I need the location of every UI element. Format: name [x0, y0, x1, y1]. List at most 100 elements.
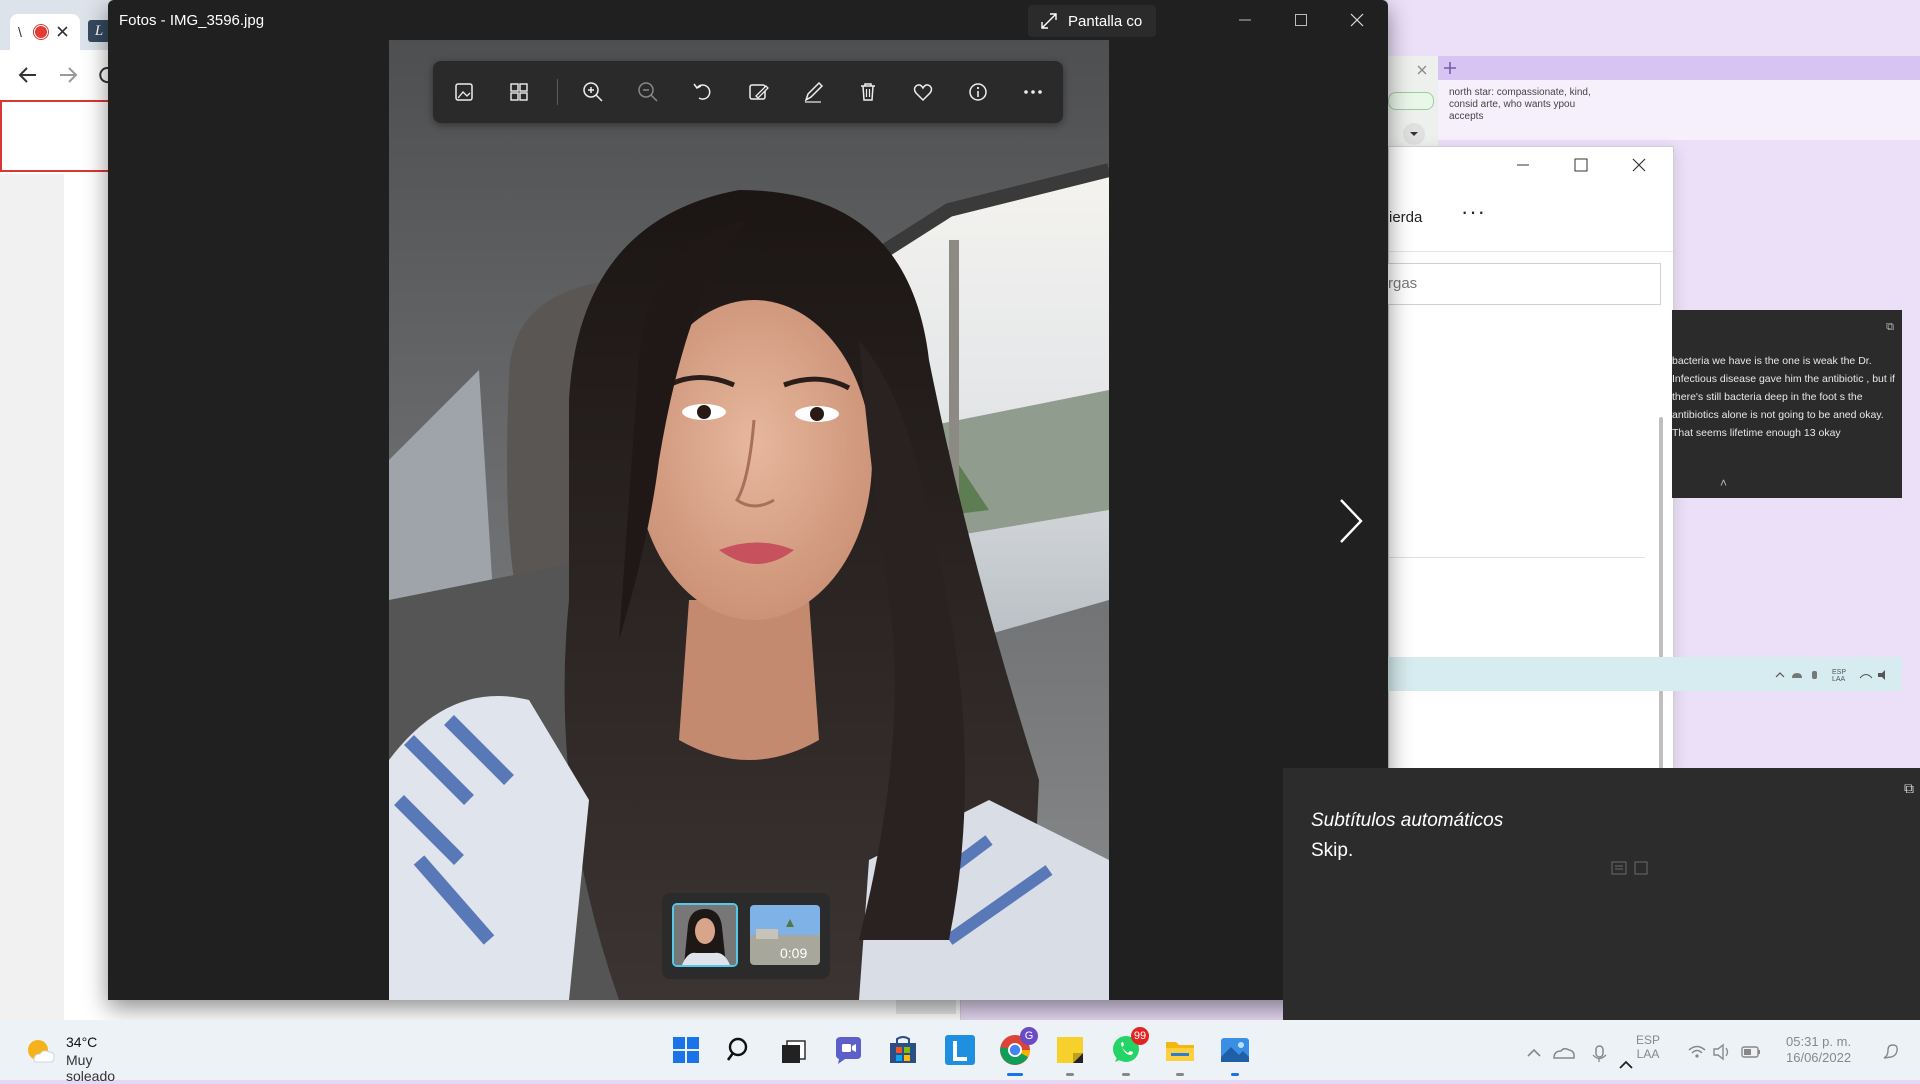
task-view-button[interactable]: [777, 1033, 811, 1067]
search-input[interactable]: rgas: [1387, 263, 1661, 305]
search-icon: [726, 1037, 748, 1061]
clock-time: 05:31 p. m.: [1786, 1034, 1852, 1049]
chrome-button[interactable]: G: [998, 1027, 1038, 1076]
sun-cloud-icon: [28, 1040, 55, 1063]
plus-icon[interactable]: [1442, 60, 1458, 76]
settings-title-bar: [1389, 147, 1673, 183]
zoom-out-icon[interactable]: [632, 76, 664, 108]
chevron-up-icon[interactable]: [1618, 1058, 1634, 1070]
chevron-down-icon[interactable]: [1402, 122, 1426, 146]
notifications-icon[interactable]: [1880, 1042, 1900, 1062]
chevron-up-icon[interactable]: ˄: [1720, 474, 1727, 492]
transcript-text: bacteria we have is the one is weak the …: [1672, 355, 1895, 439]
open-external-icon[interactable]: ⧉: [1886, 318, 1894, 336]
maximize-icon: [1295, 14, 1307, 26]
thumbnail-selected[interactable]: [672, 903, 738, 967]
minimize-button[interactable]: [1217, 0, 1273, 40]
minimize-icon[interactable]: [1515, 157, 1531, 173]
maximize-button[interactable]: [1273, 0, 1329, 40]
file-explorer-button[interactable]: [1163, 1033, 1197, 1076]
notes-header-bar: [1388, 56, 1920, 80]
video-duration: 0:09: [780, 945, 808, 961]
sticky-notes-button[interactable]: [1053, 1033, 1087, 1076]
close-icon[interactable]: [1631, 157, 1647, 173]
horizontal-scrollbar[interactable]: [896, 1000, 956, 1014]
running-indicator: [1176, 1073, 1184, 1076]
open-external-icon[interactable]: ⧉: [1904, 780, 1914, 797]
divider: [1389, 557, 1645, 558]
weather-temp: 34°C: [66, 1034, 98, 1050]
filmstrip: 0:09: [662, 893, 830, 979]
taskbar: 34°C Muy soleado G 99 ESP LAA 05:31 p. m…: [0, 1020, 1920, 1084]
photos-app-button[interactable]: [1218, 1033, 1252, 1076]
notes-sidebar: [1388, 56, 1438, 146]
minimize-icon: [1239, 19, 1251, 21]
running-indicator: [1122, 1073, 1130, 1076]
transcript-panel: ⧉ bacteria we have is the one is weak th…: [1672, 310, 1902, 498]
l-app-icon: [945, 1035, 975, 1065]
zoom-in-icon[interactable]: [577, 76, 609, 108]
forward-arrow-icon[interactable]: [58, 66, 78, 84]
edit-image-icon[interactable]: [742, 76, 774, 108]
browser-tab[interactable]: \: [10, 14, 80, 50]
clock-date: 16/06/2022: [1786, 1050, 1852, 1065]
video-thumbnail[interactable]: 0:09: [750, 905, 820, 965]
more-icon[interactable]: [1017, 76, 1049, 108]
folder-icon: [1166, 1042, 1194, 1061]
notification-badge: 99: [1131, 1027, 1149, 1045]
chevron-right-icon[interactable]: [1335, 496, 1365, 546]
highlighted-box: [0, 100, 120, 172]
caption-view-icons[interactable]: [1611, 860, 1651, 876]
selfie-thumbnail: [674, 905, 736, 965]
start-button[interactable]: [669, 1033, 703, 1067]
recording-icon: \: [18, 24, 68, 40]
toolbar-divider: [557, 79, 558, 105]
language-layout: LAA: [1636, 1047, 1660, 1061]
close-icon[interactable]: [1416, 64, 1428, 76]
rotate-icon[interactable]: [687, 76, 719, 108]
language-indicator[interactable]: ESP LAA: [1636, 1033, 1660, 1061]
photos-window: Fotos - IMG_3596.jpg Pantalla co 0:09: [108, 0, 1388, 1000]
running-indicator: [1007, 1073, 1023, 1076]
mini-taskbar: ESP LAA: [1388, 657, 1902, 691]
more-icon[interactable]: ···: [1461, 199, 1486, 225]
menu-label[interactable]: ierda: [1389, 209, 1422, 226]
language-code: ESP: [1636, 1033, 1661, 1047]
photo-icon[interactable]: [448, 76, 480, 108]
task-view-icon: [782, 1040, 806, 1063]
tray-icons-left[interactable]: [1520, 1042, 1620, 1062]
heart-icon[interactable]: [907, 76, 939, 108]
captions-text: Skip.: [1311, 840, 1354, 861]
search-button[interactable]: [723, 1033, 757, 1067]
mini-tray-icons: ESP LAA: [1775, 669, 1885, 683]
back-arrow-icon[interactable]: [18, 66, 38, 84]
sticky-notes-icon: [1057, 1037, 1083, 1063]
teams-chat-button[interactable]: [831, 1033, 865, 1067]
captions-title: Subtítulos automáticos: [1311, 810, 1504, 831]
page-gutter: [0, 174, 64, 1020]
status-pill[interactable]: [1388, 92, 1434, 110]
svg-text:\: \: [18, 24, 22, 40]
letterboxd-tab-icon[interactable]: L: [88, 20, 110, 42]
info-icon[interactable]: [962, 76, 994, 108]
gallery-icon[interactable]: [503, 76, 535, 108]
live-captions-panel: ⧉ Subtítulos automáticos Skip.: [1283, 768, 1920, 1020]
delete-icon[interactable]: [852, 76, 884, 108]
system-tray: ESP LAA 05:31 p. m. 16/06/2022: [1520, 1033, 1920, 1070]
window-title: Fotos - IMG_3596.jpg: [119, 12, 265, 29]
close-icon: [1350, 13, 1364, 27]
expand-icon: [1041, 13, 1057, 29]
whatsapp-button[interactable]: 99: [1109, 1027, 1149, 1076]
store-button[interactable]: [886, 1033, 920, 1067]
chat-icon: [836, 1037, 861, 1064]
lingq-app-button[interactable]: [943, 1033, 977, 1067]
notes-text: north star: compassionate, kind, consid …: [1449, 87, 1591, 122]
draw-icon[interactable]: [797, 76, 829, 108]
fullscreen-button[interactable]: Pantalla co: [1028, 5, 1156, 37]
close-button[interactable]: [1329, 0, 1385, 40]
network-volume-battery-icons[interactable]: [1686, 1042, 1768, 1062]
maximize-icon[interactable]: [1573, 157, 1589, 173]
fullscreen-label: Pantalla co: [1068, 13, 1143, 30]
clock[interactable]: 05:31 p. m. 16/06/2022: [1786, 1034, 1851, 1066]
running-indicator: [1231, 1073, 1239, 1076]
